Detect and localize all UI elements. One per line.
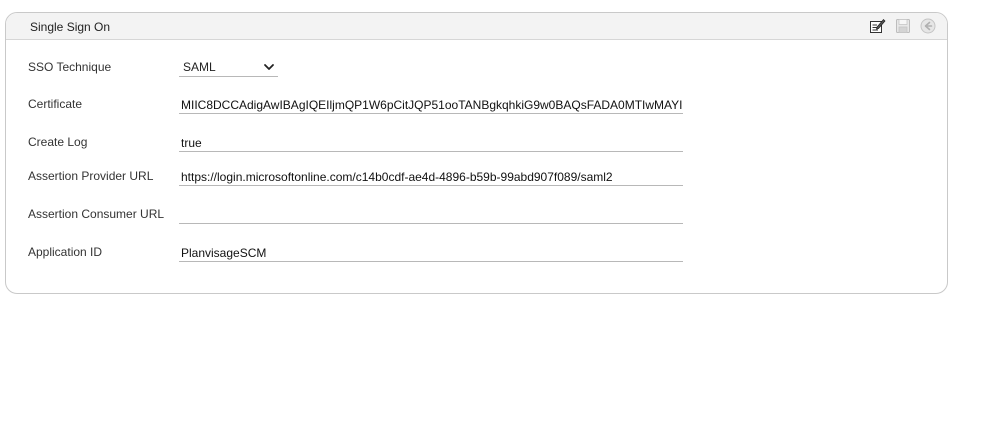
create-log-field[interactable]: [179, 132, 683, 152]
assertion-consumer-url-field[interactable]: [179, 204, 683, 224]
certificate-row: Certificate: [28, 94, 688, 114]
assertion-provider-url-row: Assertion Provider URL: [28, 166, 688, 186]
application-id-row: Application ID: [28, 242, 688, 262]
save-button[interactable]: [893, 16, 912, 35]
panel-title: Single Sign On: [30, 20, 111, 34]
edit-button[interactable]: [868, 16, 887, 35]
create-log-label: Create Log: [28, 135, 88, 149]
application-id-field[interactable]: [179, 242, 683, 262]
assertion-consumer-url-row: Assertion Consumer URL: [28, 204, 688, 224]
edit-form-icon: [870, 18, 886, 33]
chevron-down-icon: [264, 64, 274, 70]
save-disk-icon: [895, 18, 910, 33]
back-arrow-icon: [920, 18, 935, 33]
application-id-label: Application ID: [28, 245, 103, 259]
certificate-label: Certificate: [28, 97, 83, 111]
sso-technique-value: SAML: [183, 60, 216, 74]
sso-technique-row: SSO Technique SAML: [28, 57, 688, 77]
panel-toolbar: [868, 16, 937, 35]
assertion-provider-url-field[interactable]: [179, 166, 683, 186]
panel-header: Single Sign On: [6, 13, 947, 40]
sso-panel: Single Sign On SSO Technique SAML Certif…: [5, 12, 948, 294]
assertion-provider-url-label: Assertion Provider URL: [28, 169, 154, 183]
sso-technique-label: SSO Technique: [28, 60, 112, 74]
certificate-field[interactable]: [179, 94, 683, 114]
back-button[interactable]: [918, 16, 937, 35]
create-log-row: Create Log: [28, 132, 688, 152]
assertion-consumer-url-label: Assertion Consumer URL: [28, 207, 165, 221]
sso-technique-select[interactable]: SAML: [179, 57, 278, 77]
